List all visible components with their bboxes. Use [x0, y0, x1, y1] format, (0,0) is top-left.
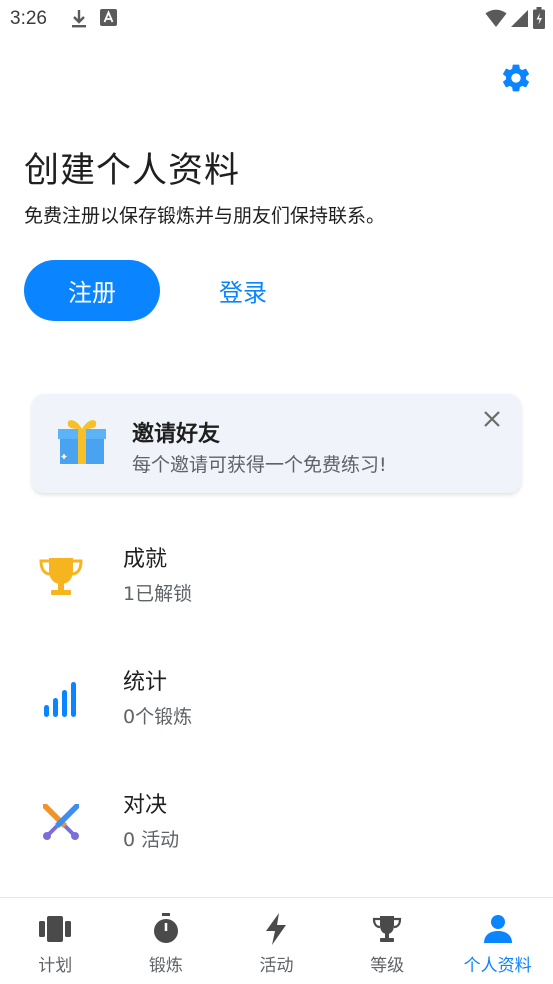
- bottom-nav: 计划 锻炼 活动 等级 个人资料: [0, 897, 553, 984]
- status-bar: 3:26: [0, 0, 553, 40]
- close-button[interactable]: [479, 408, 505, 434]
- nav-item-profile[interactable]: 个人资料: [442, 898, 553, 984]
- signal-icon: [511, 8, 529, 32]
- trophy-icon: [36, 551, 86, 601]
- invite-title: 邀请好友: [132, 422, 221, 447]
- list-item-title: 成就: [123, 547, 168, 572]
- nav-label: 锻炼: [148, 956, 183, 976]
- nav-label: 等级: [370, 956, 405, 976]
- list-item-achievements[interactable]: 成就 1已解锁: [0, 529, 553, 629]
- login-button[interactable]: 登录: [200, 260, 286, 321]
- settings-button[interactable]: [499, 63, 533, 97]
- register-button[interactable]: 注册: [24, 260, 160, 321]
- nav-label: 计划: [38, 956, 73, 976]
- stopwatch-icon: [149, 912, 183, 946]
- nav-item-workout[interactable]: 锻炼: [111, 898, 222, 984]
- battery-icon: [533, 7, 545, 33]
- status-notifications: [70, 9, 117, 33]
- nav-item-activity[interactable]: 活动: [221, 898, 332, 984]
- list-item-title: 统计: [123, 670, 168, 695]
- wifi-icon: [485, 8, 507, 32]
- page-subtitle: 免费注册以保存锻炼并与朋友们保持联系。: [24, 205, 386, 227]
- nav-label: 个人资料: [463, 956, 532, 976]
- invite-friends-card[interactable]: 邀请好友 每个邀请可获得一个免费练习!: [32, 394, 521, 493]
- list-item-statistics[interactable]: 统计 0个锻炼: [0, 652, 553, 752]
- trophy-icon: [370, 912, 404, 946]
- invite-text: 每个邀请可获得一个免费练习!: [132, 454, 387, 476]
- list-item-value: 0个锻炼: [123, 706, 193, 728]
- person-icon: [481, 912, 515, 946]
- nav-item-rank[interactable]: 等级: [332, 898, 443, 984]
- list-item-value: 0 活动: [123, 829, 180, 851]
- page-title: 创建个人资料: [24, 151, 241, 191]
- bar-chart-icon: [36, 674, 86, 724]
- nav-item-plan[interactable]: 计划: [0, 898, 111, 984]
- plan-icon: [38, 912, 72, 946]
- lightning-icon: [259, 912, 293, 946]
- gift-icon: [56, 416, 108, 470]
- text-a-icon: [100, 9, 117, 33]
- close-icon: [483, 410, 501, 432]
- nav-label: 活动: [259, 956, 294, 976]
- status-system-icons: [485, 7, 545, 33]
- list-item-title: 对决: [123, 793, 168, 818]
- list-item-value: 1已解锁: [123, 583, 193, 605]
- gear-icon: [500, 62, 532, 98]
- download-icon: [70, 9, 88, 33]
- list-item-duels[interactable]: 对决 0 活动: [0, 775, 553, 875]
- crossed-swords-icon: [36, 797, 86, 847]
- status-time: 3:26: [10, 8, 47, 29]
